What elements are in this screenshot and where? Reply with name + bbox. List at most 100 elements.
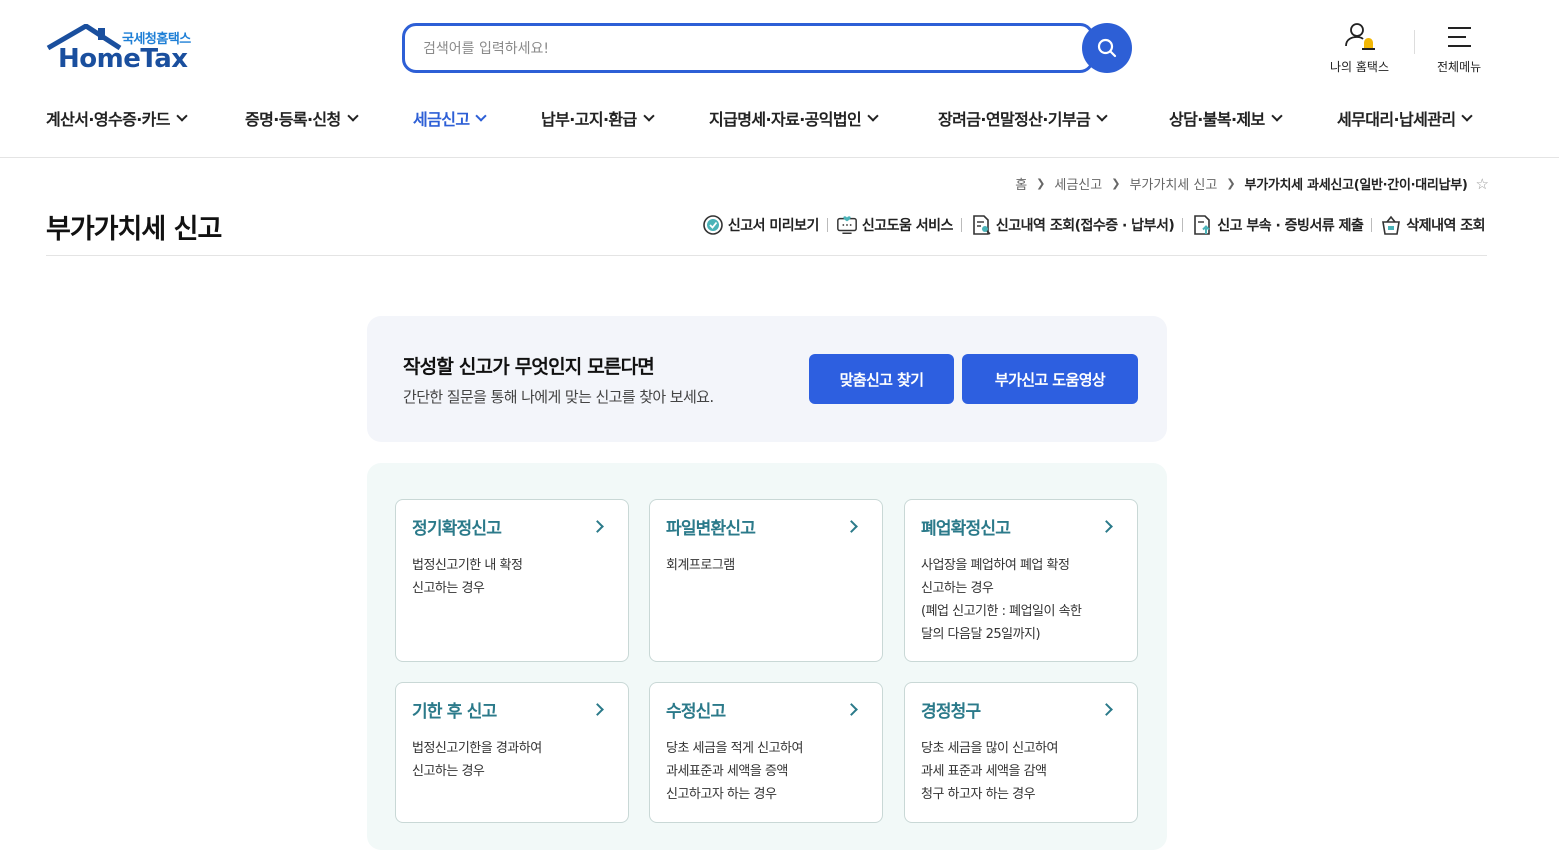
card-line: 청구 하고자 하는 경우 (921, 787, 1036, 802)
card-description: 회계프로그램 (666, 554, 872, 577)
nav-incentive[interactable]: 장려금·연말정산·기부금 (938, 106, 1108, 130)
card-regular-filing[interactable]: 정기확정신고 법정신고기한 내 확정 신고하는 경우 (395, 499, 629, 662)
chevron-down-icon (1461, 110, 1474, 122)
divider (960, 218, 962, 232)
card-line: 사업장을 폐업하여 폐업 확정 (921, 558, 1070, 573)
nav-payment-statement[interactable]: 지급명세·자료·공익법인 (709, 106, 879, 130)
chevron-down-icon (867, 110, 879, 122)
check-circle-icon (702, 214, 724, 236)
all-menu-button[interactable]: 전체메뉴 (1437, 22, 1481, 75)
chevron-right-icon (845, 520, 858, 533)
chevron-right-icon (1100, 703, 1113, 716)
card-closure-filing[interactable]: 폐업확정신고 사업장을 폐업하여 폐업 확정 신고하는 경우 (폐업 신고기한 … (904, 499, 1138, 662)
divider (1371, 218, 1373, 232)
favorite-star-icon[interactable]: ☆ (1476, 175, 1489, 193)
filing-type-cards: 정기확정신고 법정신고기한 내 확정 신고하는 경우 파일변환신고 회계프로그램… (367, 463, 1167, 850)
breadcrumb-tax-filing[interactable]: 세금신고 (1054, 174, 1102, 193)
nav-label: 계산서·영수증·카드 (46, 110, 171, 129)
card-line: 회계프로그램 (666, 558, 735, 573)
divider (0, 157, 1559, 158)
attach-link[interactable]: 신고 부속 · 증빙서류 제출 (1191, 214, 1364, 236)
chevron-down-icon (1271, 110, 1283, 122)
document-upload-icon (1191, 214, 1213, 236)
chevron-down-icon (643, 110, 655, 122)
divider (826, 218, 828, 232)
nav-label: 세금신고 (413, 110, 470, 129)
page-title: 부가가치세 신고 (46, 214, 222, 245)
card-line: 과세 표준과 세액을 감액 (921, 764, 1047, 779)
user-bell-icon (1344, 23, 1375, 50)
help-service-label: 신고도움 서비스 (861, 218, 954, 234)
chevron-right-icon: ❯ (1111, 177, 1121, 190)
main-navigation: 계산서·영수증·카드 증명·등록·신청 세금신고 납부·고지·환급 지급명세·자… (0, 100, 1559, 136)
card-line: 과세표준과 세액을 증액 (666, 764, 788, 779)
chevron-right-icon: ❯ (1226, 177, 1236, 190)
divider (46, 255, 1487, 256)
nav-label: 증명·등록·신청 (245, 110, 341, 129)
quick-links: 신고서 미리보기 신고도움 서비스 신고내역 조회(접수증 · 납부서) 신고 … (702, 214, 1485, 236)
nav-label: 지급명세·자료·공익법인 (709, 110, 862, 129)
logo-title: HomeTax (58, 44, 188, 74)
chevron-right-icon (591, 520, 604, 533)
help-service-link[interactable]: 신고도움 서비스 (836, 214, 953, 236)
find-custom-filing-button[interactable]: 맞춤신고 찾기 (809, 354, 954, 404)
search-bar (402, 23, 1132, 73)
all-menu-label: 전체메뉴 (1437, 60, 1482, 74)
deleted-history-label: 삭제내역 조회 (1406, 218, 1485, 234)
hometax-logo[interactable]: 국세청홈택스 HomeTax (46, 24, 198, 76)
chevron-right-icon (591, 703, 604, 716)
card-title: 정기확정신고 (412, 519, 502, 539)
help-video-button[interactable]: 부가신고 도움영상 (962, 354, 1138, 404)
preview-link[interactable]: 신고서 미리보기 (702, 214, 819, 236)
nav-consulting[interactable]: 상담·불복·제보 (1169, 106, 1283, 130)
breadcrumb-vat[interactable]: 부가가치세 신고 (1129, 174, 1217, 193)
nav-label: 납부·고지·환급 (541, 110, 637, 129)
nav-label: 세무대리·납세관리 (1337, 110, 1456, 129)
card-file-conversion[interactable]: 파일변환신고 회계프로그램 (649, 499, 883, 662)
my-hometax-button[interactable]: 나의 홈택스 (1330, 22, 1389, 75)
card-line: 신고하는 경우 (412, 764, 485, 779)
card-title: 경정청구 (921, 702, 981, 722)
nav-invoice[interactable]: 계산서·영수증·카드 (46, 106, 188, 130)
card-title: 폐업확정신고 (921, 519, 1011, 539)
card-description: 법정신고기한 내 확정 신고하는 경우 (412, 554, 618, 600)
breadcrumb-home[interactable]: 홈 (1015, 174, 1027, 193)
my-hometax-label: 나의 홈택스 (1330, 60, 1390, 74)
chevron-right-icon (1100, 520, 1113, 533)
hamburger-menu-icon (1448, 27, 1472, 47)
card-description: 당초 세금을 많이 신고하여 과세 표준과 세액을 감액 청구 하고자 하는 경… (921, 737, 1127, 806)
card-correction-claim[interactable]: 경정청구 당초 세금을 많이 신고하여 과세 표준과 세액을 감액 청구 하고자… (904, 682, 1138, 823)
card-line: (폐업 신고기한 : 폐업일이 속한 (921, 604, 1082, 619)
card-title: 파일변환신고 (666, 519, 756, 539)
card-description: 사업장을 폐업하여 폐업 확정 신고하는 경우 (폐업 신고기한 : 폐업일이 … (921, 554, 1127, 646)
breadcrumb: 홈 ❯ 세금신고 ❯ 부가가치세 신고 ❯ 부가가치세 과세신고(일반·간이·대… (1015, 174, 1489, 194)
history-label: 신고내역 조회(접수증 · 납부서) (995, 218, 1175, 234)
basket-icon (1380, 214, 1402, 236)
card-line: 당초 세금을 적게 신고하여 (666, 741, 803, 756)
nav-tax-filing[interactable]: 세금신고 (413, 106, 488, 130)
card-line: 신고하고자 하는 경우 (666, 787, 777, 802)
search-input[interactable] (423, 38, 1063, 60)
card-late-filing[interactable]: 기한 후 신고 법정신고기한을 경과하여 신고하는 경우 (395, 682, 629, 823)
nav-tax-agent[interactable]: 세무대리·납세관리 (1337, 106, 1474, 130)
card-description: 법정신고기한을 경과하여 신고하는 경우 (412, 737, 618, 783)
banner-heading: 작성할 신고가 무엇인지 모른다면 (403, 356, 655, 378)
document-search-icon (970, 214, 992, 236)
nav-label: 상담·불복·제보 (1169, 110, 1265, 129)
chevron-right-icon: ❯ (1036, 177, 1046, 190)
card-line: 당초 세금을 많이 신고하여 (921, 741, 1058, 756)
card-title: 수정신고 (666, 702, 726, 722)
card-line: 신고하는 경우 (921, 581, 994, 596)
preview-label: 신고서 미리보기 (727, 218, 820, 234)
card-amended-filing[interactable]: 수정신고 당초 세금을 적게 신고하여 과세표준과 세액을 증액 신고하고자 하… (649, 682, 883, 823)
deleted-history-link[interactable]: 삭제내역 조회 (1380, 214, 1485, 236)
search-button[interactable] (1082, 23, 1132, 73)
nav-payment[interactable]: 납부·고지·환급 (541, 106, 655, 130)
divider (1182, 218, 1184, 232)
banner-description: 간단한 질문을 통해 나에게 맞는 신고를 찾아 보세요. (403, 388, 714, 406)
search-icon (1097, 38, 1117, 58)
card-line: 법정신고기한 내 확정 (412, 558, 523, 573)
history-link[interactable]: 신고내역 조회(접수증 · 납부서) (970, 214, 1175, 236)
help-banner: 작성할 신고가 무엇인지 모른다면 간단한 질문을 통해 나에게 맞는 신고를 … (367, 316, 1167, 442)
nav-certificate[interactable]: 증명·등록·신청 (245, 106, 359, 130)
